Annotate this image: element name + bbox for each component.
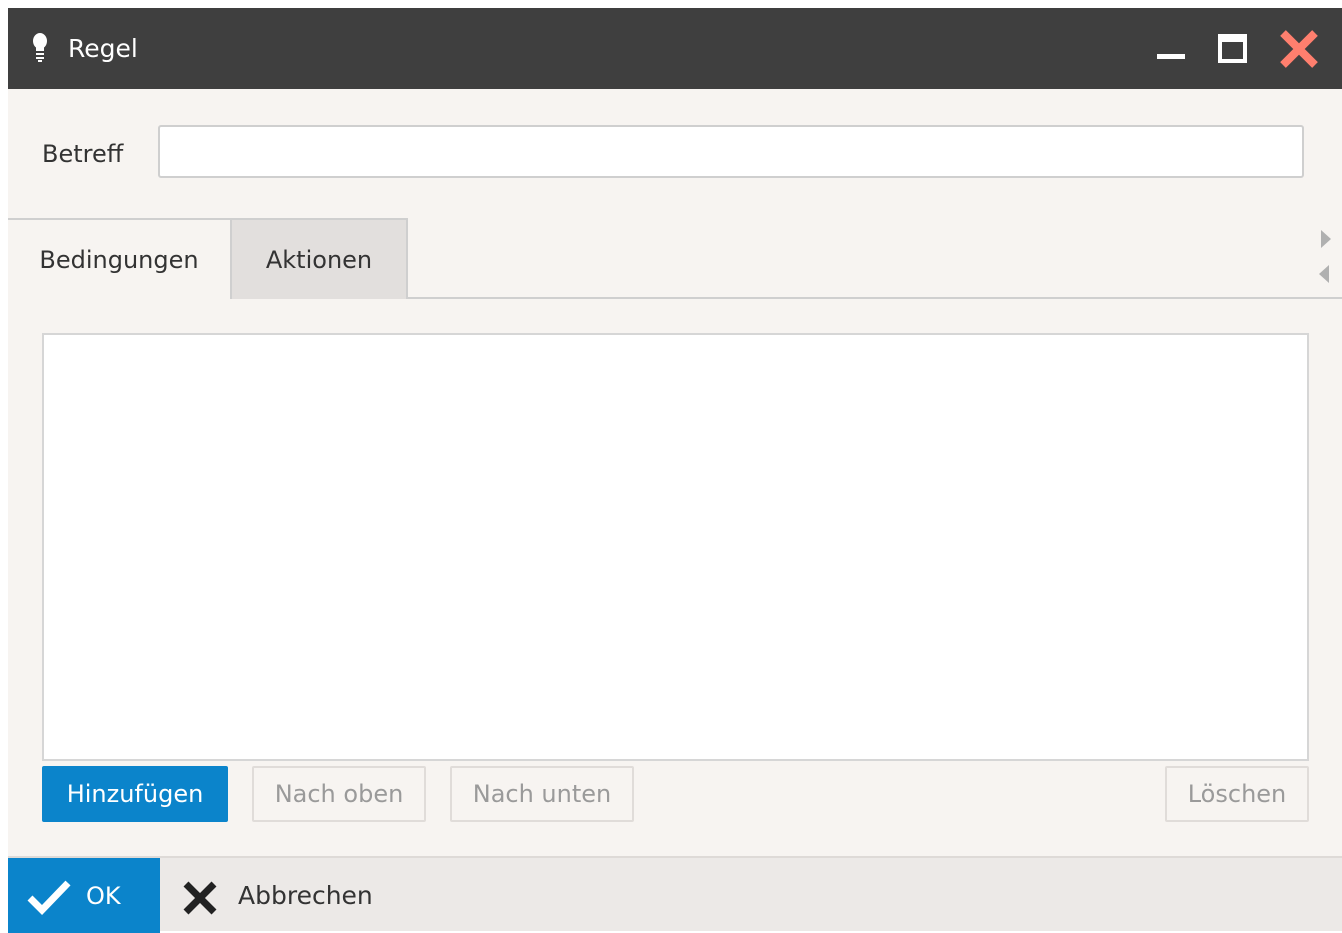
delete-button[interactable]: Löschen [1165, 766, 1309, 822]
move-up-button[interactable]: Nach oben [252, 766, 426, 822]
cancel-button[interactable]: Abbrechen [160, 858, 400, 933]
ok-label: OK [86, 882, 121, 910]
dialog-footer: OK Abbrechen [8, 856, 1342, 933]
conditions-list[interactable] [42, 333, 1309, 761]
checkmark-icon [27, 880, 71, 915]
rule-dialog: Regel Betreff Bedingungen Aktionen Hinzu… [8, 8, 1342, 933]
subject-label: Betreff [42, 140, 124, 168]
lightbulb-icon [33, 33, 47, 62]
tab-scroll-left-icon[interactable] [1316, 262, 1334, 286]
minimize-icon [1157, 54, 1185, 59]
tab-scroll-right-icon[interactable] [1316, 227, 1334, 251]
close-icon [1280, 30, 1318, 68]
minimize-button[interactable] [1149, 27, 1193, 71]
tab-conditions[interactable]: Bedingungen [8, 218, 230, 301]
maximize-button[interactable] [1211, 27, 1255, 71]
subject-input[interactable] [158, 125, 1304, 178]
title-bar: Regel [8, 8, 1342, 89]
cross-icon [183, 881, 217, 915]
ok-button[interactable]: OK [8, 858, 160, 933]
add-button[interactable]: Hinzufügen [42, 766, 228, 822]
tab-actions[interactable]: Aktionen [230, 218, 408, 299]
cancel-label: Abbrechen [238, 881, 373, 910]
close-button[interactable] [1277, 27, 1321, 71]
window-title: Regel [68, 34, 138, 63]
move-down-button[interactable]: Nach unten [450, 766, 634, 822]
maximize-icon [1218, 34, 1247, 63]
